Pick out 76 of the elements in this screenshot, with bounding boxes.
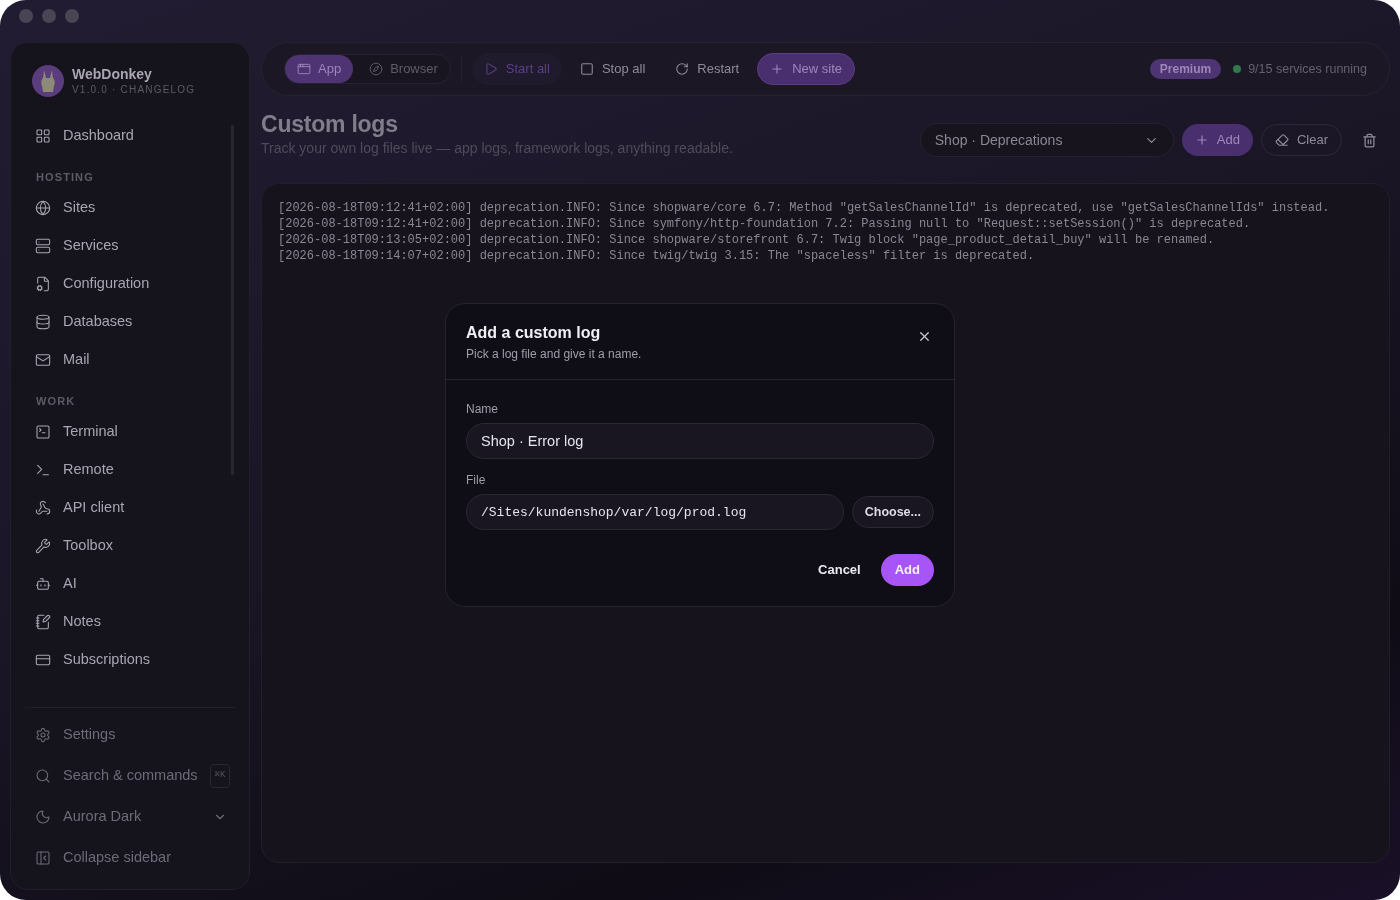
- sidebar-item[interactable]: Collapse sidebar: [11, 839, 249, 877]
- log-line: [2026-08-18T09:12:41+02:00] deprecation.INFO: Since shopware/core 6.7: Method "getSalesChannelId" is deprecated, use "getSalesChannelIds" instead.: [278, 200, 1331, 216]
- section-heading: HOSTING: [35, 170, 95, 185]
- notebook-icon: [35, 614, 51, 630]
- page-title: Custom logs: [261, 110, 399, 138]
- reload-icon: [675, 62, 690, 76]
- sidebar-item[interactable]: Notes: [11, 603, 249, 641]
- logo-icon: [32, 65, 64, 97]
- app-name: WebDonkey: [72, 65, 153, 83]
- terminal-icon: [35, 462, 51, 478]
- sidebar-item[interactable]: Services: [11, 227, 249, 265]
- dialog-subtitle: Pick a log file and give it a name.: [466, 346, 643, 363]
- item-label: Search & commands: [63, 766, 198, 786]
- file-field[interactable]: /Sites/kundenshop/var/log/prod.log: [466, 494, 844, 530]
- shortcut-key: ⌘K: [209, 764, 231, 788]
- sidebar-item[interactable]: API client: [11, 489, 249, 527]
- trash-icon: [1361, 132, 1377, 148]
- sidebar-item[interactable]: Remote: [11, 451, 249, 489]
- moon-icon: [35, 809, 51, 825]
- sidebar-item[interactable]: Mail: [11, 341, 249, 379]
- toolbar-button[interactable]: Stop all: [567, 53, 658, 85]
- name-field[interactable]: Shop · Error log: [466, 423, 934, 459]
- window-control[interactable]: [42, 9, 56, 23]
- connection-icon: [35, 500, 51, 516]
- window-control[interactable]: [19, 9, 33, 23]
- database-icon: [35, 314, 51, 330]
- add-button[interactable]: Add: [880, 554, 934, 586]
- sidebar-item[interactable]: Subscriptions: [11, 641, 249, 679]
- file-gear-icon: [35, 276, 51, 292]
- sidebar-item[interactable]: Settings: [11, 716, 249, 754]
- square-icon: [579, 62, 594, 76]
- toolbar-button[interactable]: New site: [757, 53, 856, 85]
- toolbar-button[interactable]: Restart: [663, 53, 752, 85]
- sidebar-item[interactable]: Terminal: [11, 413, 249, 451]
- sidebar-item[interactable]: Aurora Dark: [11, 798, 249, 836]
- window-control[interactable]: [65, 9, 79, 23]
- field-label: File: [466, 472, 487, 489]
- robot-icon: [35, 576, 51, 592]
- plus-icon: [770, 62, 785, 76]
- choose-button[interactable]: Choose...: [851, 496, 934, 528]
- sidebar-item[interactable]: Search & commands ⌘K: [11, 757, 249, 795]
- play-icon: [483, 62, 498, 76]
- sidebar-item[interactable]: Toolbox: [11, 527, 249, 565]
- sidebar-item[interactable]: Configuration: [11, 265, 249, 303]
- plus-icon: [1194, 133, 1209, 147]
- cancel-button[interactable]: Cancel: [804, 554, 875, 586]
- sidebar-collapse-icon: [35, 850, 51, 866]
- item-label: Collapse sidebar: [63, 848, 171, 868]
- sidebar-item[interactable]: Dashboard: [11, 117, 249, 155]
- header-button[interactable]: Add: [1181, 124, 1253, 156]
- log-line: [2026-08-18T09:12:41+02:00] deprecation.INFO: Since symfony/http-foundation 7.2: Passing null to "Request::setSession()" is deprecated.: [278, 216, 1252, 232]
- settings-icon: [35, 727, 51, 743]
- card-icon: [35, 652, 51, 668]
- mail-icon: [35, 352, 51, 368]
- dialog-title: Add a custom log: [466, 323, 602, 343]
- log-line: [2026-08-18T09:13:05+02:00] deprecation.INFO: Since shopware/storefront 6.7: Twig block "page_product_detail_buy" will be renamed.: [278, 232, 1216, 248]
- search-icon: [35, 768, 51, 784]
- plan-badge: Premium: [1149, 59, 1222, 79]
- item-label: Settings: [63, 725, 116, 745]
- eraser-icon: [1274, 133, 1289, 147]
- terminal-icon: [35, 424, 51, 440]
- section-heading: WORK: [35, 394, 77, 409]
- services-status: 9/15 services running: [1248, 60, 1367, 78]
- sidebar-item[interactable]: Databases: [11, 303, 249, 341]
- wrench-icon: [35, 538, 51, 554]
- sidebar-item[interactable]: AI: [11, 565, 249, 603]
- log-line: [2026-08-18T09:14:07+02:00] deprecation.INFO: Since twig/twig 3.15: The "spaceless" filter is deprecated.: [278, 248, 1036, 264]
- item-label: Aurora Dark: [63, 807, 142, 827]
- window-icon: [297, 62, 311, 76]
- server-icon: [35, 238, 51, 254]
- globe-icon: [35, 200, 51, 216]
- field-label: Name: [466, 401, 499, 418]
- compass-icon: [369, 62, 384, 76]
- log-select[interactable]: Shop · Deprecations: [919, 123, 1174, 157]
- sidebar-item[interactable]: Sites: [11, 189, 249, 227]
- grid-icon: [35, 128, 51, 144]
